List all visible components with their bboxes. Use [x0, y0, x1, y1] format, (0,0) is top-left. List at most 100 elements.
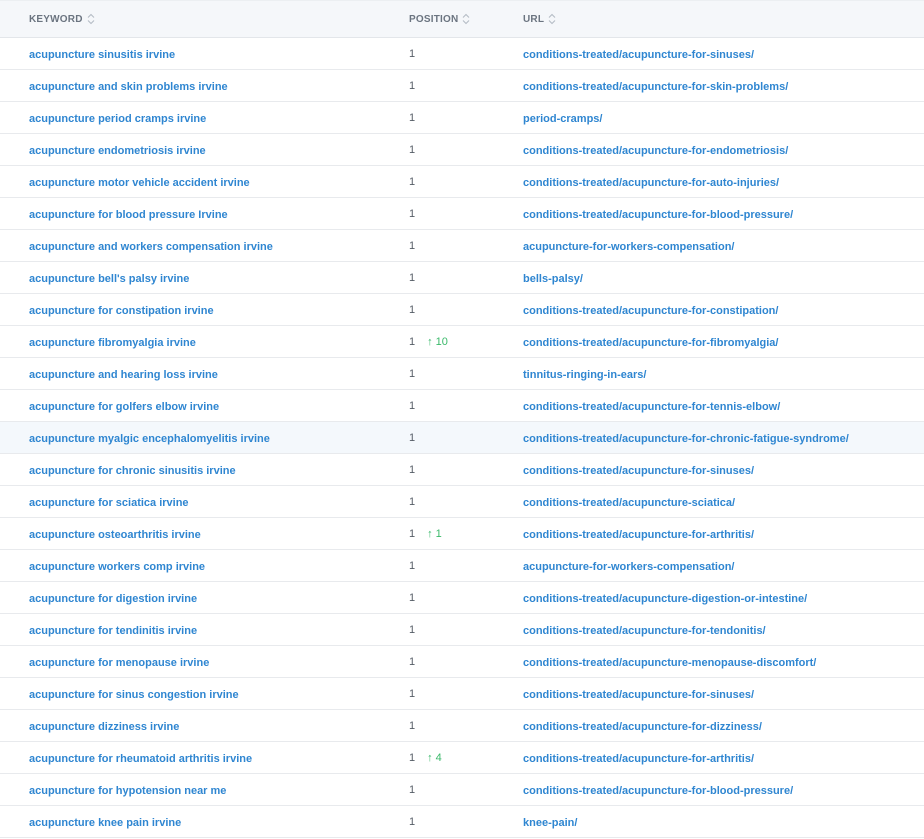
url-link[interactable]: conditions-treated/acupuncture-for-chron… — [523, 433, 849, 445]
keyword-link[interactable]: acupuncture myalgic encephalomyelitis ir… — [29, 433, 270, 445]
position-value: 1 — [409, 431, 416, 444]
url-link[interactable]: conditions-treated/acupuncture-sciatica/ — [523, 497, 735, 509]
keyword-cell: acupuncture for hypotension near me — [0, 781, 409, 799]
table-row: acupuncture for sciatica irvine 1↑conditi… — [0, 486, 924, 518]
position-cell: 1 ↑ 10 — [409, 336, 523, 348]
url-link[interactable]: conditions-treated/acupuncture-for-sinus… — [523, 49, 754, 61]
keyword-link[interactable]: acupuncture for digestion irvine — [29, 593, 197, 605]
url-link[interactable]: conditions-treated/acupuncture-for-endom… — [523, 145, 788, 157]
position-cell: 1↑ — [409, 432, 523, 444]
keyword-cell: acupuncture endometriosis irvine — [0, 141, 409, 159]
table-row: acupuncture workers comp irvine 1↑acupunc… — [0, 550, 924, 582]
keyword-link[interactable]: acupuncture osteoarthritis irvine — [29, 529, 201, 541]
keyword-link[interactable]: acupuncture period cramps irvine — [29, 113, 206, 125]
url-link[interactable]: knee-pain/ — [523, 817, 577, 829]
position-cell: 1↑ — [409, 208, 523, 220]
table-row: acupuncture bell's palsy irvine 1↑bells-p… — [0, 262, 924, 294]
keyword-link[interactable]: acupuncture for rheumatoid arthritis irv… — [29, 753, 252, 765]
keyword-link[interactable]: acupuncture for tendinitis irvine — [29, 625, 197, 637]
url-link[interactable]: tinnitus-ringing-in-ears/ — [523, 369, 646, 381]
url-link[interactable]: conditions-treated/acupuncture-for-tendo… — [523, 625, 766, 637]
keyword-link[interactable]: acupuncture fibromyalgia irvine — [29, 337, 196, 349]
url-link[interactable]: conditions-treated/acupuncture-for-auto-… — [523, 177, 779, 189]
table-row: acupuncture for blood pressure Irvine 1↑c… — [0, 198, 924, 230]
url-link[interactable]: conditions-treated/acupuncture-digestion… — [523, 593, 807, 605]
table-row: acupuncture and hearing loss irvine 1↑tin… — [0, 358, 924, 390]
keyword-cell: acupuncture myalgic encephalomyelitis ir… — [0, 429, 409, 447]
table-row: acupuncture period cramps irvine 1↑period… — [0, 102, 924, 134]
url-link[interactable]: period-cramps/ — [523, 113, 602, 125]
table-row: acupuncture for rheumatoid arthritis irv… — [0, 742, 924, 774]
position-value: 1 — [409, 815, 416, 828]
position-change-value: 1 — [435, 527, 442, 540]
position-cell: 1↑ — [409, 400, 523, 412]
url-link[interactable]: conditions-treated/acupuncture-for-fibro… — [523, 337, 778, 349]
keyword-link[interactable]: acupuncture and workers compensation irv… — [29, 241, 273, 253]
position-cell: 1↑ — [409, 112, 523, 124]
table-row: acupuncture for golfers elbow irvine 1↑co… — [0, 390, 924, 422]
url-column-header[interactable]: URL — [523, 13, 924, 25]
keyword-column-header[interactable]: KEYWORD — [29, 13, 409, 25]
arrow-up-icon: ↑ — [427, 751, 433, 764]
position-value: 1 — [409, 591, 416, 604]
keyword-link[interactable]: acupuncture bell's palsy irvine — [29, 273, 189, 285]
keyword-link[interactable]: acupuncture workers comp irvine — [29, 561, 205, 573]
keyword-cell: acupuncture sinusitis irvine — [0, 45, 409, 63]
url-cell: period-cramps/ — [523, 109, 924, 127]
url-cell: conditions-treated/acupuncture-for-sinus… — [523, 461, 924, 479]
position-value: 1 — [409, 303, 416, 316]
url-cell: acupuncture-for-workers-compensation/ — [523, 237, 924, 255]
url-link[interactable]: conditions-treated/acupuncture-for-sinus… — [523, 689, 754, 701]
keyword-link[interactable]: acupuncture endometriosis irvine — [29, 145, 206, 157]
keyword-cell: acupuncture for sinus congestion irvine — [0, 685, 409, 703]
url-link[interactable]: acupuncture-for-workers-compensation/ — [523, 561, 734, 573]
position-header-label: POSITION — [409, 13, 459, 25]
url-cell: conditions-treated/acupuncture-for-tendo… — [523, 621, 924, 639]
url-link[interactable]: conditions-treated/acupuncture-for-arthr… — [523, 753, 754, 765]
url-link[interactable]: conditions-treated/acupuncture-for-sinus… — [523, 465, 754, 477]
keyword-link[interactable]: acupuncture for chronic sinusitis irvine — [29, 465, 236, 477]
keyword-header-label: KEYWORD — [29, 13, 83, 25]
url-link[interactable]: conditions-treated/acupuncture-for-blood… — [523, 209, 793, 221]
keyword-link[interactable]: acupuncture for menopause irvine — [29, 657, 209, 669]
url-link[interactable]: conditions-treated/acupuncture-menopause… — [523, 657, 816, 669]
position-column-header[interactable]: POSITION — [409, 13, 523, 25]
arrow-up-icon: ↑ — [427, 335, 433, 348]
url-link[interactable]: conditions-treated/acupuncture-for-arthr… — [523, 529, 754, 541]
keyword-link[interactable]: acupuncture for sciatica irvine — [29, 497, 189, 509]
url-link[interactable]: bells-palsy/ — [523, 273, 583, 285]
sort-icon — [87, 13, 95, 25]
keyword-cell: acupuncture for constipation irvine — [0, 301, 409, 319]
url-cell: conditions-treated/acupuncture-for-endom… — [523, 141, 924, 159]
url-header-label: URL — [523, 13, 545, 25]
keyword-link[interactable]: acupuncture for constipation irvine — [29, 305, 214, 317]
position-change-badge: ↑ 4 — [427, 752, 442, 764]
keyword-link[interactable]: acupuncture for sinus congestion irvine — [29, 689, 239, 701]
keyword-link[interactable]: acupuncture for golfers elbow irvine — [29, 401, 219, 413]
table-row: acupuncture for chronic sinusitis irvine… — [0, 454, 924, 486]
url-link[interactable]: conditions-treated/acupuncture-for-blood… — [523, 785, 793, 797]
url-cell: conditions-treated/acupuncture-for-sinus… — [523, 45, 924, 63]
keyword-link[interactable]: acupuncture knee pain irvine — [29, 817, 181, 829]
keyword-link[interactable]: acupuncture sinusitis irvine — [29, 49, 175, 61]
position-value: 1 — [409, 495, 416, 508]
keyword-link[interactable]: acupuncture for hypotension near me — [29, 785, 226, 797]
url-link[interactable]: conditions-treated/acupuncture-for-tenni… — [523, 401, 780, 413]
url-link[interactable]: acupuncture-for-workers-compensation/ — [523, 241, 734, 253]
keyword-link[interactable]: acupuncture dizziness irvine — [29, 721, 179, 733]
url-column-cell: URL — [523, 13, 924, 25]
position-cell: 1↑ — [409, 592, 523, 604]
sort-icon — [548, 13, 556, 25]
keyword-link[interactable]: acupuncture and hearing loss irvine — [29, 369, 218, 381]
keyword-link[interactable]: acupuncture motor vehicle accident irvin… — [29, 177, 250, 189]
table-row: acupuncture and workers compensation irv… — [0, 230, 924, 262]
keyword-link[interactable]: acupuncture and skin problems irvine — [29, 81, 228, 93]
position-value: 1 — [409, 687, 416, 700]
url-link[interactable]: conditions-treated/acupuncture-for-skin-… — [523, 81, 788, 93]
keyword-cell: acupuncture and workers compensation irv… — [0, 237, 409, 255]
url-link[interactable]: conditions-treated/acupuncture-for-const… — [523, 305, 778, 317]
url-cell: conditions-treated/acupuncture-for-blood… — [523, 781, 924, 799]
keyword-cell: acupuncture and skin problems irvine — [0, 77, 409, 95]
url-link[interactable]: conditions-treated/acupuncture-for-dizzi… — [523, 721, 762, 733]
keyword-link[interactable]: acupuncture for blood pressure Irvine — [29, 209, 228, 221]
